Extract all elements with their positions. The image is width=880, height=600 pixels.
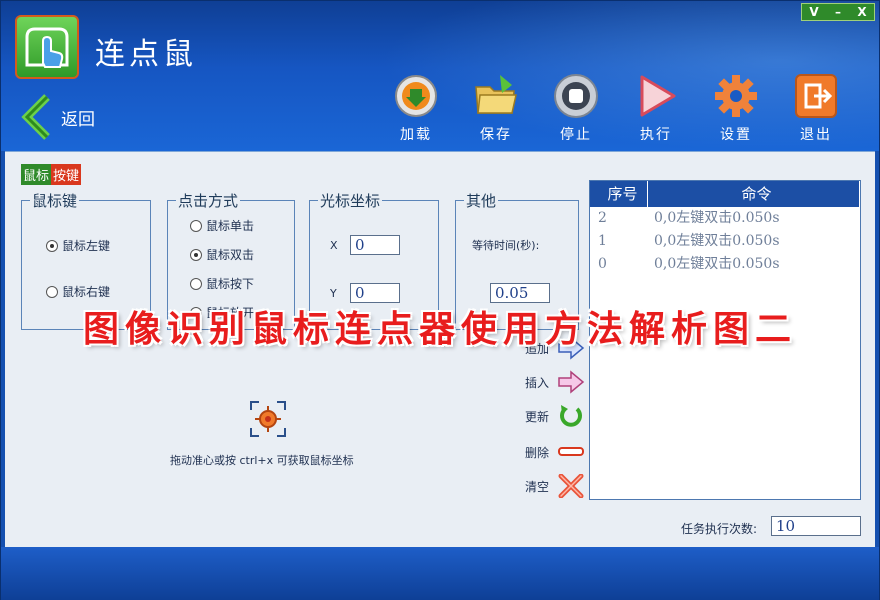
radio-label: 鼠标按下: [206, 277, 255, 291]
row-index: 0: [598, 256, 607, 272]
radio-left-button[interactable]: 鼠标左键: [46, 237, 110, 254]
row-command: 0,0左键双击0.050s: [654, 256, 780, 272]
delete-button[interactable]: 删除: [525, 440, 585, 464]
back-button[interactable]: 返回: [19, 93, 95, 141]
row-command: 0,0左键双击0.050s: [654, 233, 780, 249]
clear-label: 清空: [525, 479, 550, 494]
radio-dot: [46, 285, 58, 298]
chevron-left-icon: [21, 94, 50, 140]
radio-press-down[interactable]: 鼠标按下: [190, 275, 254, 292]
radio-label: 鼠标单击: [206, 219, 255, 233]
task-count-label: 任务执行次数:: [681, 522, 758, 536]
mouse-key-tag: 鼠标 按键: [21, 164, 82, 185]
save-button[interactable]: 保存: [461, 73, 531, 144]
load-icon: [395, 75, 437, 117]
list-row[interactable]: 2 0,0左键双击0.050s: [590, 207, 860, 230]
load-button[interactable]: 加载: [381, 73, 451, 144]
radio-dot: [190, 219, 202, 232]
radio-label: 鼠标左键: [62, 239, 111, 253]
stop-icon: [554, 74, 598, 118]
clear-button[interactable]: 清空: [525, 474, 585, 498]
minimize-v-button[interactable]: V: [802, 4, 826, 20]
insert-button[interactable]: 插入: [525, 370, 585, 394]
radio-dot: [190, 277, 202, 290]
column-command: 命令: [648, 181, 860, 207]
toolbar: 加载 保存 停止 执行 设置 退出: [381, 73, 871, 145]
back-label: 返回: [61, 109, 95, 130]
list-row[interactable]: 0 0,0左键双击0.050s: [590, 253, 860, 276]
insert-label: 插入: [525, 375, 550, 390]
close-button[interactable]: X: [850, 4, 874, 20]
x-coord-field[interactable]: 0: [350, 235, 400, 255]
crosshair-hint: 拖动准心或按 ctrl+x 可获取鼠标坐标: [170, 454, 354, 467]
execute-button[interactable]: 执行: [621, 73, 691, 144]
stop-label: 停止: [560, 127, 592, 143]
folder-save-icon: [475, 75, 517, 114]
refresh-icon: [560, 405, 582, 427]
list-row[interactable]: 1 0,0左键双击0.050s: [590, 230, 860, 253]
radio-single-click[interactable]: 鼠标单击: [190, 217, 254, 234]
save-label: 保存: [480, 127, 512, 143]
app-logo-icon: [15, 15, 79, 79]
radio-dot: [46, 239, 58, 252]
radio-label: 鼠标右键: [62, 285, 111, 299]
load-label: 加载: [400, 127, 432, 143]
radio-label: 鼠标双击: [206, 248, 255, 262]
minimize-button[interactable]: –: [826, 4, 850, 20]
settings-button[interactable]: 设置: [701, 73, 771, 144]
update-button[interactable]: 更新: [525, 404, 585, 428]
app-title: 连点鼠: [95, 37, 197, 72]
settings-label: 设置: [720, 127, 752, 143]
clear-icon: [558, 474, 584, 498]
crosshair-target-icon[interactable]: [249, 400, 287, 438]
mouse-key-title: 鼠标键: [30, 190, 80, 211]
stop-button[interactable]: 停止: [541, 73, 611, 144]
exit-label: 退出: [800, 127, 832, 143]
column-index: 序号: [590, 181, 648, 207]
footer-bar: [1, 547, 879, 600]
gear-icon: [715, 75, 757, 117]
execute-label: 执行: [640, 127, 672, 143]
radio-dot: [190, 248, 202, 261]
task-count-field[interactable]: 10: [771, 516, 861, 536]
row-index: 2: [598, 210, 607, 226]
tag-part-1: 鼠标: [21, 164, 52, 185]
row-command: 0,0左键双击0.050s: [654, 210, 780, 226]
click-mode-title: 点击方式: [176, 190, 241, 211]
list-header: 序号 命令: [590, 181, 860, 207]
radio-double-click[interactable]: 鼠标双击: [190, 246, 254, 263]
delete-label: 删除: [525, 445, 550, 460]
x-label: X: [330, 239, 338, 252]
exit-icon: [795, 74, 837, 118]
other-title: 其他: [464, 190, 499, 211]
wait-time-label: 等待时间(秒):: [472, 239, 540, 252]
update-label: 更新: [525, 409, 550, 424]
play-icon: [640, 75, 676, 117]
radio-right-button[interactable]: 鼠标右键: [46, 283, 110, 300]
insert-arrow-icon: [558, 370, 585, 394]
cursor-coords-title: 光标坐标: [318, 190, 383, 211]
delete-icon: [558, 447, 584, 456]
row-index: 1: [598, 233, 607, 249]
tag-part-2: 按键: [51, 164, 82, 185]
overlay-caption: 图像识别鼠标连点器使用方法解析图二: [82, 309, 797, 350]
y-label: Y: [330, 287, 337, 300]
window-controls: V – X: [801, 3, 875, 21]
exit-button[interactable]: 退出: [781, 73, 851, 144]
